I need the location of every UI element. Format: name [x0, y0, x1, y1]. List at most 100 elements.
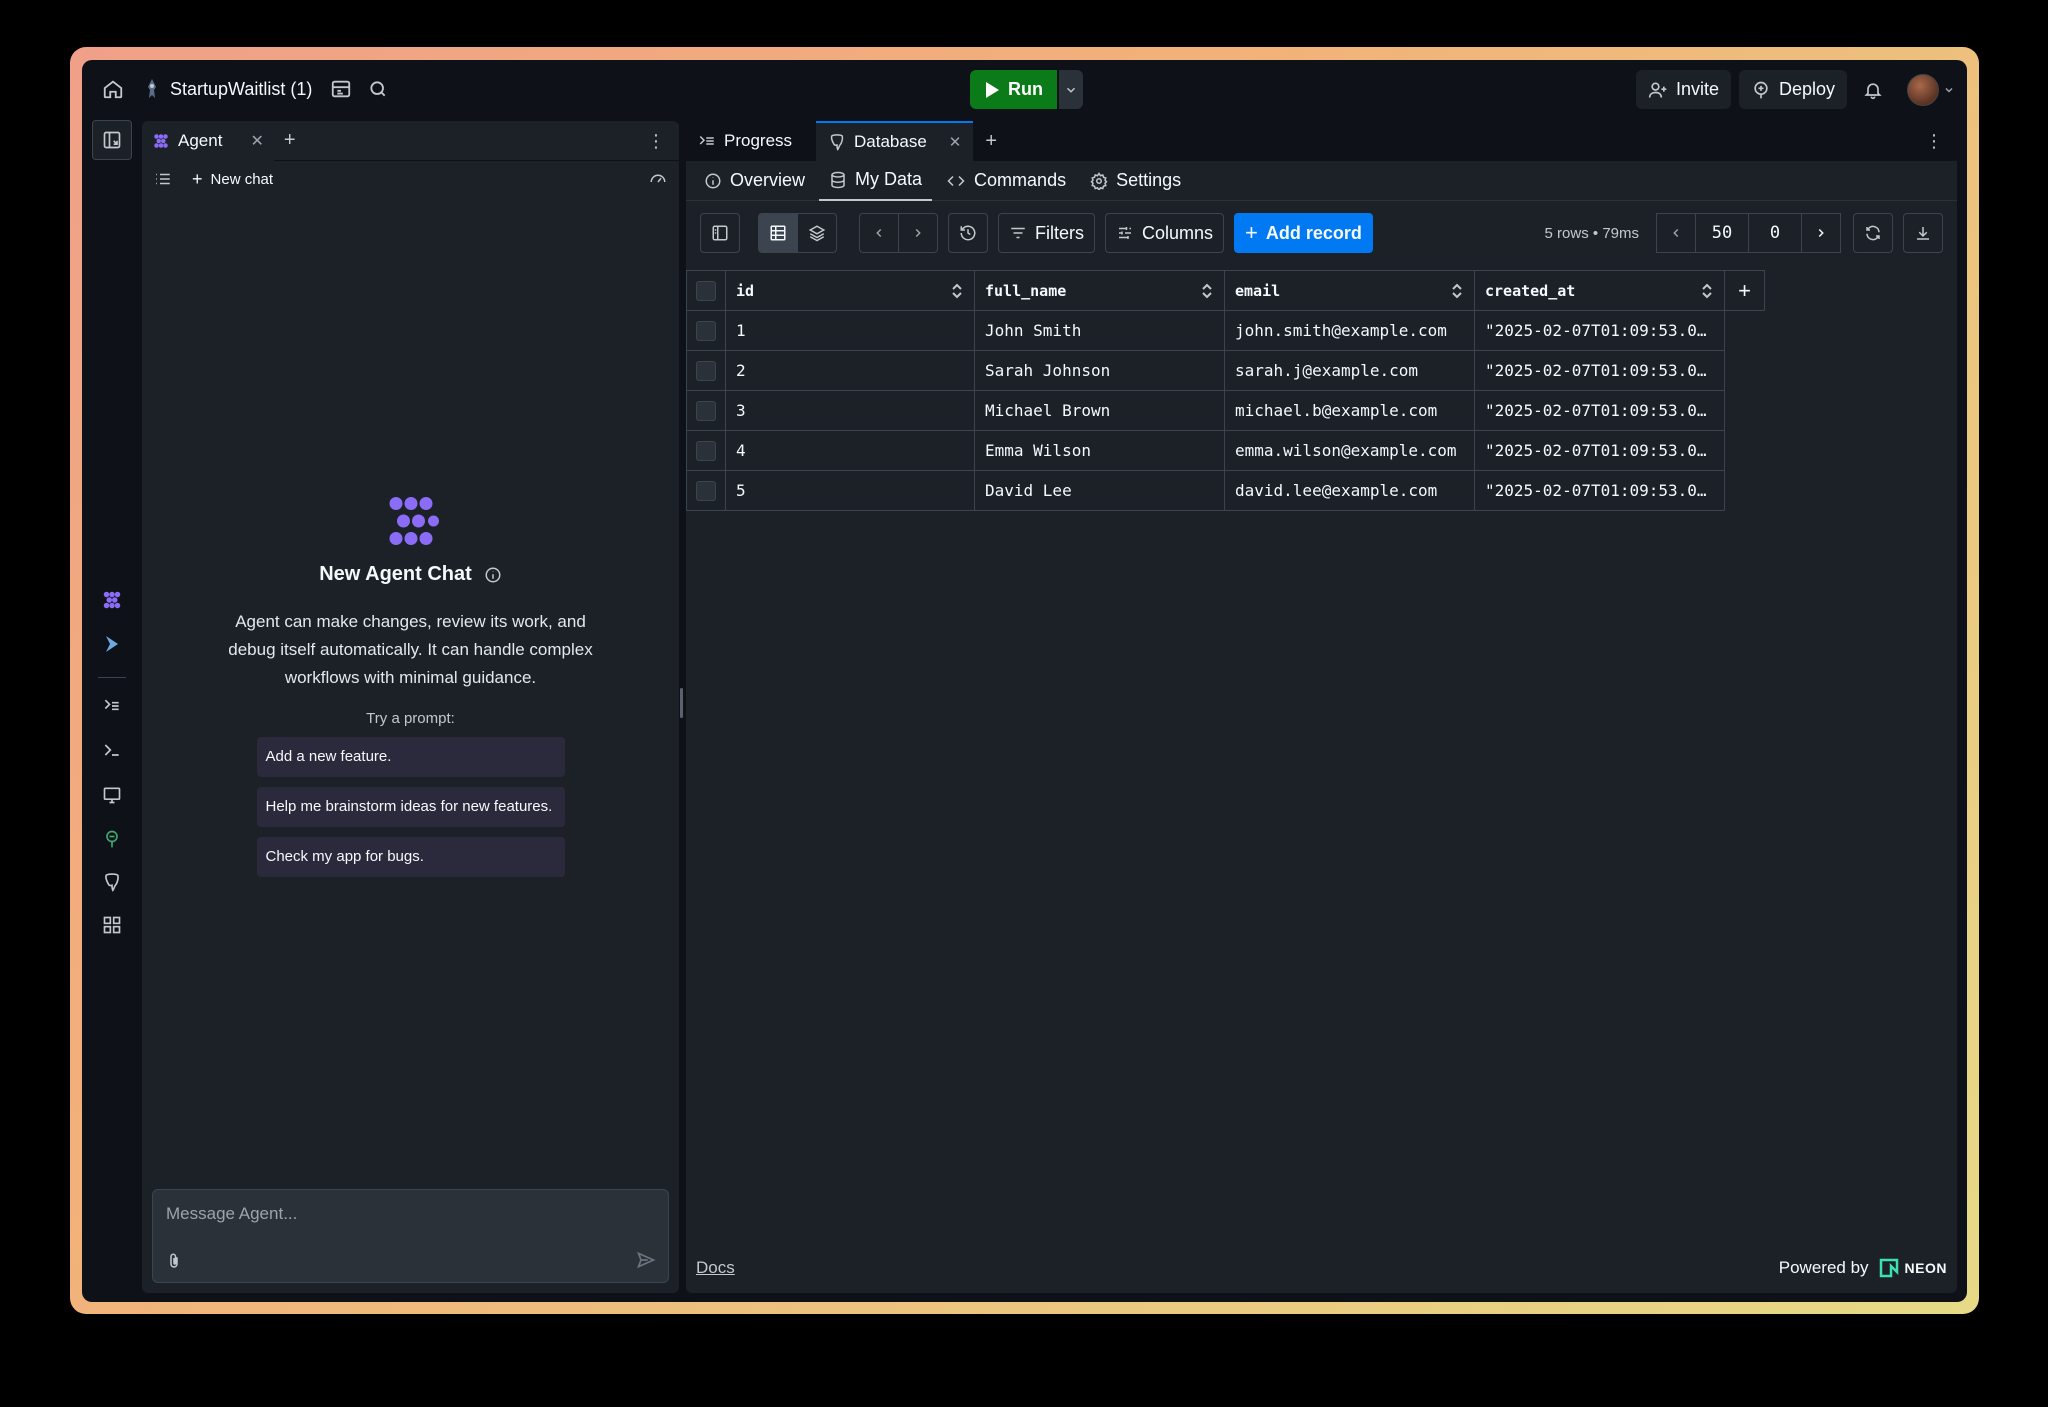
table-cell[interactable]: 1: [725, 310, 975, 351]
table-cell[interactable]: "2025-02-07T01:09:53.0…: [1474, 390, 1725, 431]
row-checkbox[interactable]: [696, 480, 716, 501]
project-name[interactable]: StartupWaitlist (1): [170, 79, 312, 100]
table-cell[interactable]: Emma Wilson: [974, 430, 1225, 471]
tab-overview[interactable]: Overview: [694, 161, 815, 201]
row-checkbox[interactable]: [696, 440, 716, 461]
webview-icon[interactable]: [100, 783, 124, 807]
tab-database[interactable]: Database ✕: [816, 121, 974, 161]
tab-my-data[interactable]: My Data: [819, 161, 933, 201]
filters-button[interactable]: Filters: [998, 213, 1095, 253]
add-tab-icon[interactable]: +: [985, 130, 997, 153]
deploy-button[interactable]: Deploy: [1738, 70, 1847, 109]
shell-icon[interactable]: [100, 738, 124, 762]
table-cell[interactable]: Michael Brown: [974, 390, 1225, 431]
tab-agent[interactable]: Agent ✕: [142, 121, 274, 161]
gauge-icon[interactable]: [649, 170, 667, 188]
select-all-checkbox[interactable]: [696, 280, 716, 301]
table-row[interactable]: 1 John Smith john.smith@example.com "202…: [686, 310, 1765, 351]
columns-button[interactable]: Columns: [1105, 213, 1225, 253]
page-size-input[interactable]: 50: [1695, 213, 1749, 253]
docs-link[interactable]: Docs: [696, 1258, 735, 1278]
run-dropdown-button[interactable]: [1059, 70, 1083, 109]
row-checkbox[interactable]: [696, 360, 716, 381]
message-agent-input[interactable]: Message Agent...: [152, 1189, 669, 1283]
table-row[interactable]: 3 Michael Brown michael.b@example.com "2…: [686, 390, 1765, 431]
column-header[interactable]: id: [725, 270, 975, 311]
table-cell[interactable]: david.lee@example.com: [1224, 470, 1475, 511]
bell-icon[interactable]: [1855, 72, 1891, 108]
database-icon[interactable]: [100, 870, 124, 894]
download-button[interactable]: [1903, 213, 1943, 253]
home-icon[interactable]: [102, 78, 124, 100]
table-cell[interactable]: emma.wilson@example.com: [1224, 430, 1475, 471]
table-cell[interactable]: John Smith: [974, 310, 1225, 351]
agent-icon[interactable]: [100, 588, 124, 612]
console-icon[interactable]: [100, 694, 124, 718]
table-cell[interactable]: john.smith@example.com: [1224, 310, 1475, 351]
chat-history-icon[interactable]: [154, 170, 172, 188]
tab-settings[interactable]: Settings: [1080, 161, 1191, 201]
table-cell[interactable]: 5: [725, 470, 975, 511]
column-header[interactable]: full_name: [974, 270, 1225, 311]
neon-logo[interactable]: NEON: [1879, 1258, 1947, 1278]
schema-view-button[interactable]: [797, 213, 837, 253]
add-record-button[interactable]: + Add record: [1234, 213, 1373, 253]
attach-icon[interactable]: [165, 1252, 183, 1270]
forward-button[interactable]: [898, 213, 938, 253]
prompt-suggestion[interactable]: Add a new feature.: [256, 737, 565, 777]
history-button[interactable]: [948, 213, 988, 253]
close-icon[interactable]: ✕: [949, 133, 962, 151]
table-cell[interactable]: sarah.j@example.com: [1224, 350, 1475, 391]
send-icon[interactable]: [636, 1250, 656, 1270]
table-row[interactable]: 2 Sarah Johnson sarah.j@example.com "202…: [686, 350, 1765, 391]
table-cell[interactable]: 4: [725, 430, 975, 471]
sort-icon[interactable]: [1450, 283, 1464, 299]
invite-button[interactable]: Invite: [1635, 70, 1731, 109]
table-cell[interactable]: David Lee: [974, 470, 1225, 511]
more-options-icon[interactable]: ⋮: [647, 131, 665, 152]
assistant-icon[interactable]: [100, 632, 124, 656]
table-cell[interactable]: "2025-02-07T01:09:53.0…: [1474, 470, 1725, 511]
row-checkbox[interactable]: [696, 400, 716, 421]
prompt-suggestion[interactable]: Check my app for bugs.: [256, 837, 565, 877]
tab-commands[interactable]: Commands: [936, 161, 1076, 201]
search-icon[interactable]: [368, 79, 388, 99]
info-icon[interactable]: [484, 566, 502, 584]
table-view-button[interactable]: [758, 213, 798, 253]
pane-resize-handle[interactable]: [680, 688, 683, 718]
tab-progress[interactable]: Progress: [686, 121, 816, 161]
table-row[interactable]: 4 Emma Wilson emma.wilson@example.com "2…: [686, 430, 1765, 471]
sort-icon[interactable]: [1700, 283, 1714, 299]
deployments-icon[interactable]: [100, 827, 124, 851]
apps-grid-icon[interactable]: [100, 913, 124, 937]
add-tab-icon[interactable]: +: [284, 129, 296, 152]
next-page-button[interactable]: [1801, 213, 1841, 253]
table-cell[interactable]: 2: [725, 350, 975, 391]
run-button[interactable]: Run: [970, 70, 1057, 109]
back-button[interactable]: [859, 213, 899, 253]
column-header[interactable]: created_at: [1474, 270, 1725, 311]
table-row[interactable]: 5 David Lee david.lee@example.com "2025-…: [686, 470, 1765, 511]
row-checkbox[interactable]: [696, 320, 716, 341]
page-offset-input[interactable]: 0: [1748, 213, 1802, 253]
more-options-icon[interactable]: ⋮: [1925, 131, 1943, 152]
prev-page-button[interactable]: [1656, 213, 1696, 253]
workspace-icon[interactable]: [330, 78, 352, 100]
table-cell[interactable]: 3: [725, 390, 975, 431]
table-cell[interactable]: "2025-02-07T01:09:53.0…: [1474, 310, 1725, 351]
files-icon[interactable]: [92, 120, 132, 160]
sort-icon[interactable]: [950, 283, 964, 299]
table-cell[interactable]: Sarah Johnson: [974, 350, 1225, 391]
close-icon[interactable]: ✕: [250, 131, 263, 151]
column-header[interactable]: email: [1224, 270, 1475, 311]
account-menu[interactable]: [1907, 73, 1955, 106]
table-cell[interactable]: "2025-02-07T01:09:53.0…: [1474, 430, 1725, 471]
sort-icon[interactable]: [1200, 283, 1214, 299]
refresh-button[interactable]: [1853, 213, 1893, 253]
toggle-sidebar-button[interactable]: [700, 213, 740, 253]
table-cell[interactable]: "2025-02-07T01:09:53.0…: [1474, 350, 1725, 391]
add-column-button[interactable]: +: [1724, 270, 1765, 311]
new-chat-button[interactable]: + New chat: [192, 169, 273, 190]
table-cell[interactable]: michael.b@example.com: [1224, 390, 1475, 431]
prompt-suggestion[interactable]: Help me brainstorm ideas for new feature…: [256, 787, 565, 827]
